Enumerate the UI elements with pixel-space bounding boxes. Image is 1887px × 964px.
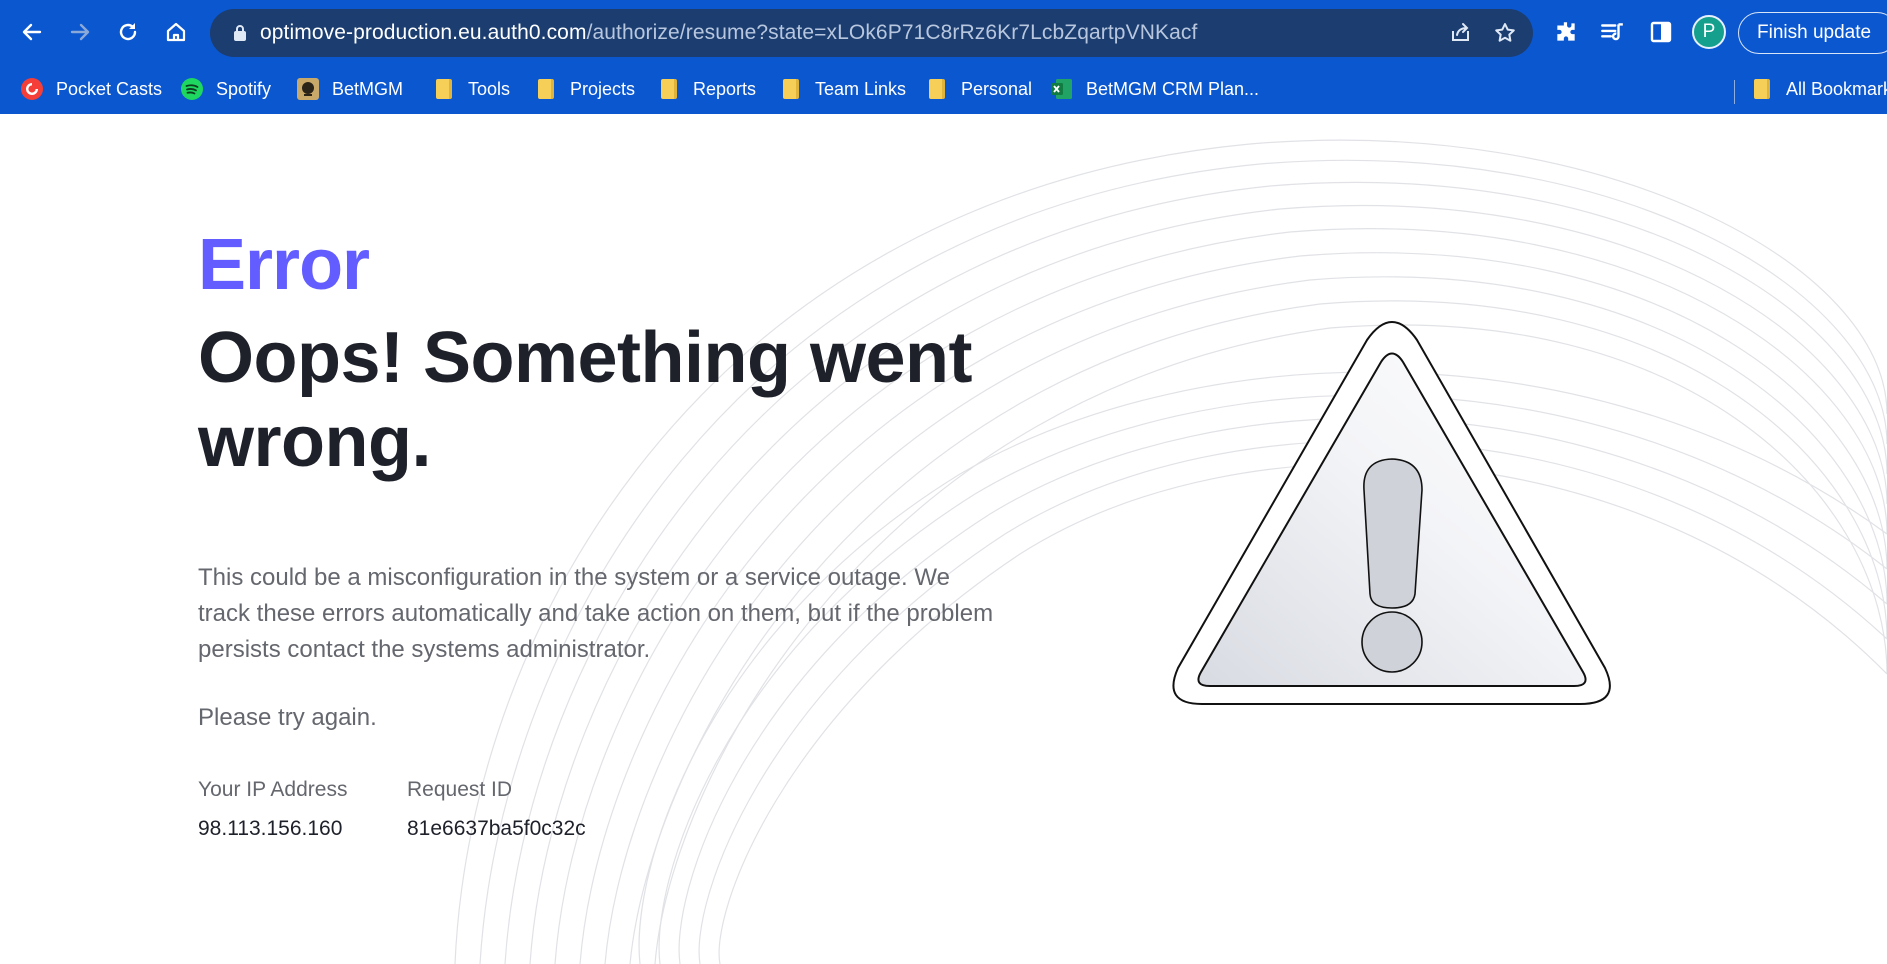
ip-address-label: Your IP Address [198, 778, 348, 801]
folder-icon [1750, 77, 1774, 101]
folder-icon [779, 77, 803, 101]
bookmark-label: Tools [468, 78, 511, 99]
bookmark-label: BetMGM [332, 78, 404, 99]
extensions-icon [1557, 22, 1575, 41]
bookmark-label: Spotify [216, 78, 272, 99]
bookmark-team-links[interactable]: Team Links [779, 74, 906, 104]
reload-button[interactable] [110, 14, 146, 50]
share-icon[interactable] [1449, 21, 1473, 45]
folder-icon [432, 77, 456, 101]
betmgm-icon [296, 77, 320, 101]
home-icon [166, 22, 186, 42]
url-text[interactable]: optimove-production.eu.auth0.com/authori… [260, 21, 1197, 45]
finish-update-button[interactable]: Finish update [1738, 12, 1887, 54]
bookmark-all-bookmarks[interactable]: All Bookmarks [1750, 74, 1887, 104]
page-title: Oops! Something went wrong. [198, 318, 972, 482]
bookmark-personal[interactable]: Personal [925, 74, 1032, 104]
bookmark-label: BetMGM CRM Plan... [1086, 78, 1260, 99]
bookmark-label: Team Links [815, 78, 907, 99]
side-panel-icon [1650, 21, 1672, 43]
request-id-value: 81e6637ba5f0c32c [407, 817, 586, 840]
folder-icon [534, 77, 558, 101]
bookmarks-divider [1734, 80, 1735, 104]
extensions-button[interactable] [1550, 16, 1582, 48]
pocket-casts-icon [20, 77, 44, 101]
folder-icon [657, 77, 681, 101]
address-bar[interactable]: optimove-production.eu.auth0.com/authori… [210, 9, 1533, 57]
bookmarks-bar: Pocket Casts Spotify BetMGM Tools Projec… [0, 64, 1887, 114]
browser-toolbar: optimove-production.eu.auth0.com/authori… [0, 0, 1887, 64]
url-host: optimove-production.eu.auth0.com [260, 21, 587, 44]
home-button[interactable] [158, 14, 194, 50]
url-path: /authorize/resume?state=xLOk6P71C8rRz6Kr… [586, 21, 1198, 44]
back-arrow-icon [22, 23, 42, 41]
lock-icon[interactable] [232, 23, 248, 43]
error-label: Error [198, 225, 370, 305]
star-icon[interactable] [1493, 21, 1517, 45]
request-id-label: Request ID [407, 778, 513, 801]
spotify-icon [180, 77, 204, 101]
bookmark-label: All Bookmarks [1786, 78, 1887, 99]
bookmark-label: Projects [570, 78, 636, 99]
ip-address-value: 98.113.156.160 [198, 817, 343, 840]
bookmark-tools[interactable]: Tools [432, 74, 510, 104]
back-button[interactable] [14, 14, 50, 50]
folder-icon [925, 77, 949, 101]
error-description: This could be a misconfiguration in the … [198, 564, 994, 663]
bookmark-betmgm-crm-plan[interactable]: BetMGM CRM Plan... [1050, 74, 1259, 104]
bookmark-label: Pocket Casts [56, 78, 163, 99]
retry-message: Please try again. [198, 704, 377, 731]
error-page: Error Oops! Something went wrong. This c… [0, 114, 1887, 964]
browser-chrome: optimove-production.eu.auth0.com/authori… [0, 0, 1887, 114]
warning-icon [1172, 321, 1611, 705]
profile-avatar[interactable]: P [1692, 15, 1726, 49]
bookmark-label: Reports [693, 78, 757, 99]
bookmark-pocket-casts[interactable]: Pocket Casts [20, 74, 162, 104]
excel-icon [1050, 77, 1074, 101]
reading-list-icon [1601, 23, 1623, 41]
bookmark-projects[interactable]: Projects [534, 74, 635, 104]
bookmark-spotify[interactable]: Spotify [180, 74, 271, 104]
bookmark-betmgm[interactable]: BetMGM [296, 74, 403, 104]
reload-icon [119, 23, 137, 41]
bookmark-reports[interactable]: Reports [657, 74, 756, 104]
forward-button[interactable] [62, 14, 98, 50]
reading-list-button[interactable] [1596, 16, 1628, 48]
side-panel-button[interactable] [1645, 16, 1677, 48]
forward-arrow-icon [70, 23, 90, 41]
bookmark-label: Personal [961, 78, 1033, 99]
